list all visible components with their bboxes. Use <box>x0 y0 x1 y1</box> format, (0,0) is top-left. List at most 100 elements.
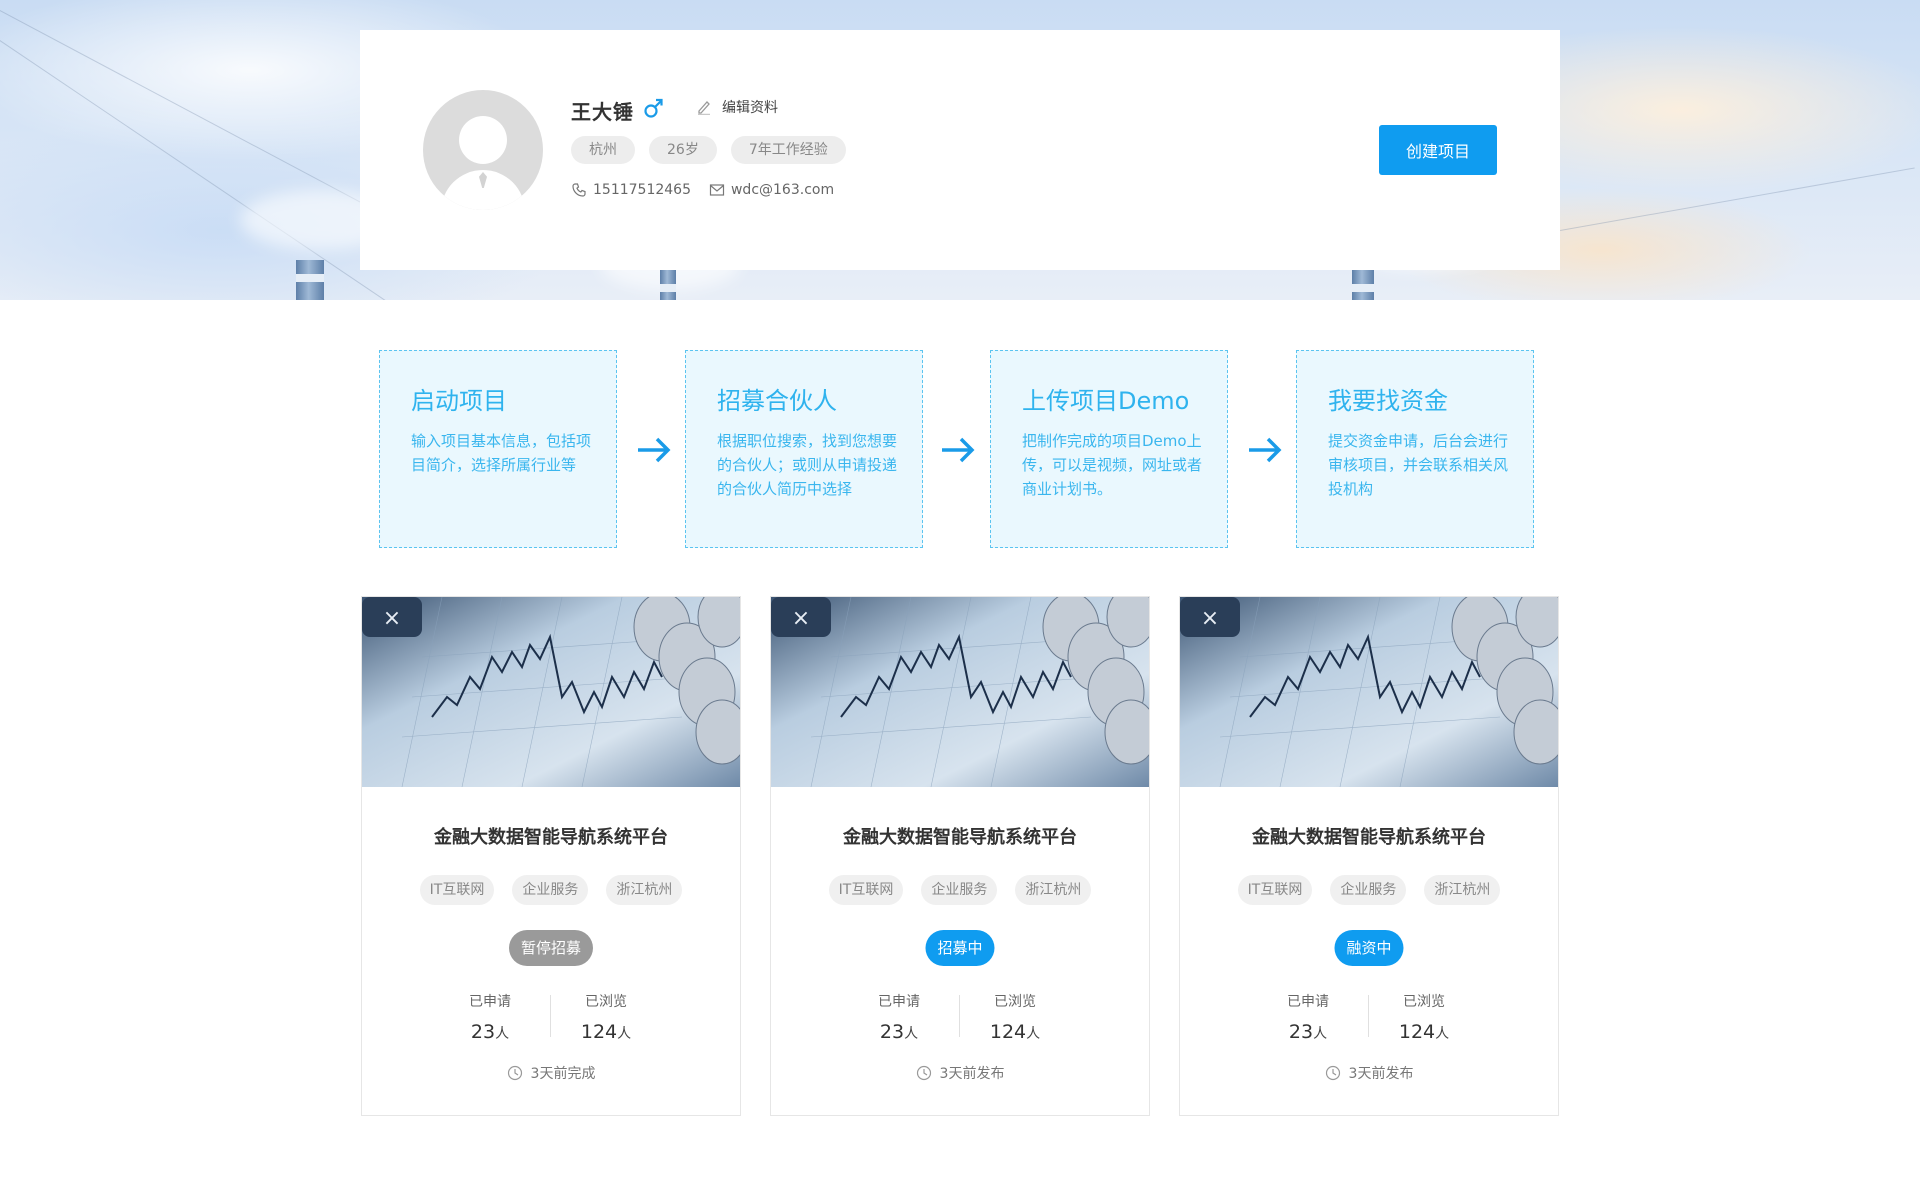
tag-location: 浙江杭州 <box>1015 875 1092 905</box>
project-title[interactable]: 金融大数据智能导航系统平台 <box>362 823 740 849</box>
step-title: 我要找资金 <box>1328 387 1448 415</box>
project-image[interactable]: × <box>771 597 1149 787</box>
viewed-label: 已浏览 <box>585 994 627 1010</box>
applied-count: 23 <box>879 1021 905 1043</box>
clock-icon <box>1325 1065 1340 1081</box>
step-description: 根据职位搜索，找到您想要的合伙人；或则从申请投递的合伙人简历中选择 <box>717 432 898 498</box>
tag-location: 浙江杭州 <box>606 875 683 905</box>
viewed-count: 124 <box>580 1021 618 1043</box>
viewed-stat: 已浏览 124人 <box>546 991 666 1043</box>
finance-chart-image: × <box>362 597 740 787</box>
tag-city: 杭州 <box>571 136 635 164</box>
applied-label: 已申请 <box>1287 994 1329 1010</box>
viewed-stat: 已浏览 124人 <box>955 991 1075 1043</box>
tag-service: 企业服务 <box>921 875 998 905</box>
user-name: 王大锤 <box>571 100 634 124</box>
project-tags: IT互联网 企业服务 浙江杭州 <box>771 875 1149 905</box>
project-image[interactable]: × <box>1180 597 1558 787</box>
tag-industry: IT互联网 <box>419 875 495 905</box>
step-start-project: 启动项目 输入项目基本信息，包括项目简介，选择所属行业等 <box>379 350 617 548</box>
phone-icon <box>572 183 586 197</box>
tag-service: 企业服务 <box>512 875 589 905</box>
power-line <box>1560 167 1915 231</box>
contact-info: 15117512465 wdc@163.com <box>571 182 834 198</box>
viewed-stat: 已浏览 124人 <box>1364 991 1484 1043</box>
mail-icon <box>709 184 725 196</box>
project-tags: IT互联网 企业服务 浙江杭州 <box>1180 875 1558 905</box>
time-text: 3天前发布 <box>1348 1066 1414 1082</box>
clock-icon <box>507 1065 522 1081</box>
step-description: 输入项目基本信息，包括项目简介，选择所属行业等 <box>411 432 592 474</box>
viewed-label: 已浏览 <box>994 994 1036 1010</box>
chimney <box>660 270 676 300</box>
step-description: 把制作完成的项目Demo上传，可以是视频，网址或者商业计划书。 <box>1022 432 1203 498</box>
viewed-count: 124 <box>1398 1021 1436 1043</box>
applied-count: 23 <box>470 1021 496 1043</box>
edit-profile-link[interactable]: 编辑资料 <box>696 96 778 118</box>
viewed-count: 124 <box>989 1021 1027 1043</box>
applied-label: 已申请 <box>469 994 511 1010</box>
tag-industry: IT互联网 <box>828 875 904 905</box>
project-card[interactable]: × 金融大数据智能导航系统平台 IT互联网 企业服务 浙江杭州 暂停招募 已申请… <box>361 596 741 1116</box>
time-text: 3天前发布 <box>939 1066 1005 1082</box>
power-line <box>0 40 398 300</box>
step-recruit-partners: 招募合伙人 根据职位搜索，找到您想要的合伙人；或则从申请投递的合伙人简历中选择 <box>685 350 923 548</box>
project-card[interactable]: × 金融大数据智能导航系统平台 IT互联网 企业服务 浙江杭州 融资中 已申请 … <box>1179 596 1559 1116</box>
step-description: 提交资金申请，后台会进行审核项目，并会联系相关风投机构 <box>1328 432 1509 498</box>
viewed-unit: 人 <box>617 1026 632 1042</box>
tag-location: 浙江杭州 <box>1424 875 1501 905</box>
male-icon <box>644 98 663 118</box>
create-project-button[interactable]: 创建项目 <box>1379 125 1497 175</box>
applied-unit: 人 <box>904 1026 919 1042</box>
chimney <box>1352 270 1374 300</box>
clock-icon <box>916 1065 931 1081</box>
applied-stat: 已申请 23人 <box>839 991 959 1043</box>
project-tags: IT互联网 企业服务 浙江杭州 <box>362 875 740 905</box>
applied-count: 23 <box>1288 1021 1314 1043</box>
time-text: 3天前完成 <box>530 1066 596 1082</box>
email-address[interactable]: wdc@163.com <box>731 182 834 198</box>
chimney <box>296 260 324 300</box>
applied-unit: 人 <box>1313 1026 1328 1042</box>
viewed-label: 已浏览 <box>1403 994 1445 1010</box>
tag-age: 26岁 <box>649 136 717 164</box>
step-find-funding: 我要找资金 提交资金申请，后台会进行审核项目，并会联系相关风投机构 <box>1296 350 1534 548</box>
tag-industry: IT互联网 <box>1237 875 1313 905</box>
project-image[interactable]: × <box>362 597 740 787</box>
step-title: 启动项目 <box>411 387 507 415</box>
project-title[interactable]: 金融大数据智能导航系统平台 <box>1180 823 1558 849</box>
svg-text:×: × <box>792 606 810 631</box>
status-badge: 招募中 <box>925 930 995 966</box>
project-card[interactable]: × 金融大数据智能导航系统平台 IT互联网 企业服务 浙江杭州 招募中 已申请 … <box>770 596 1150 1116</box>
pencil-icon <box>698 101 710 115</box>
profile-tags: 杭州 26岁 7年工作经验 <box>571 136 846 164</box>
step-upload-demo: 上传项目Demo 把制作完成的项目Demo上传，可以是视频，网址或者商业计划书。 <box>990 350 1228 548</box>
arrow-right-icon <box>942 437 975 463</box>
svg-text:×: × <box>383 606 401 631</box>
status-badge: 暂停招募 <box>508 930 594 966</box>
project-time: 3天前完成 <box>362 1063 740 1083</box>
applied-stat: 已申请 23人 <box>430 991 550 1043</box>
phone-number: 15117512465 <box>593 182 691 198</box>
viewed-unit: 人 <box>1026 1026 1041 1042</box>
project-time: 3天前发布 <box>771 1063 1149 1083</box>
status-badge: 融资中 <box>1334 930 1404 966</box>
step-title: 招募合伙人 <box>717 387 837 415</box>
arrow-right-icon <box>638 437 671 463</box>
project-title[interactable]: 金融大数据智能导航系统平台 <box>771 823 1149 849</box>
viewed-unit: 人 <box>1435 1026 1450 1042</box>
svg-text:×: × <box>1201 606 1219 631</box>
avatar[interactable] <box>423 90 543 210</box>
profile-card: 王大锤 编辑资料 杭州 26岁 7年工作经验 15117512465 wdc@1… <box>360 30 1560 270</box>
applied-unit: 人 <box>495 1026 510 1042</box>
applied-label: 已申请 <box>878 994 920 1010</box>
step-title: 上传项目Demo <box>1022 387 1190 415</box>
finance-chart-image: × <box>1180 597 1558 787</box>
project-time: 3天前发布 <box>1180 1063 1558 1083</box>
tag-experience: 7年工作经验 <box>730 136 846 164</box>
edit-profile-label: 编辑资料 <box>722 100 778 116</box>
applied-stat: 已申请 23人 <box>1248 991 1368 1043</box>
arrow-right-icon <box>1249 437 1282 463</box>
tag-service: 企业服务 <box>1330 875 1407 905</box>
finance-chart-image: × <box>771 597 1149 787</box>
